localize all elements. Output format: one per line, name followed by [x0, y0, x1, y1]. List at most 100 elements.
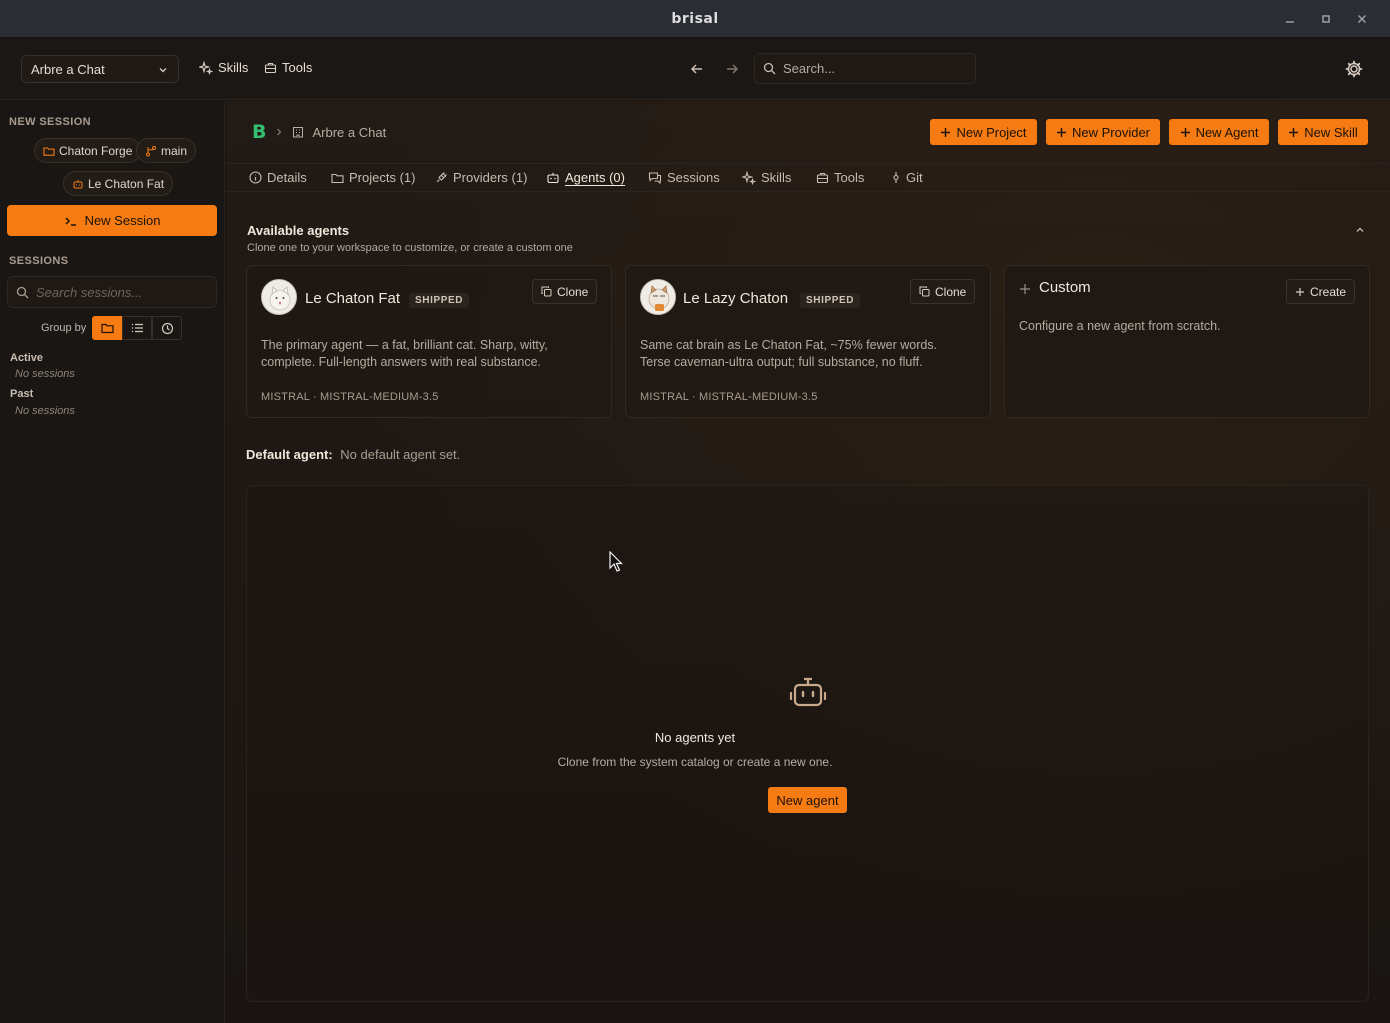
agent-card-description: The primary agent — a fat, brilliant cat… — [261, 338, 548, 369]
create-button[interactable]: Create — [1286, 279, 1356, 304]
tab-git[interactable]: Git — [891, 170, 923, 185]
global-search[interactable] — [754, 53, 976, 84]
project-chip[interactable]: Chaton Forge — [34, 138, 142, 163]
clone-button-label: Clone — [935, 284, 967, 299]
new-skill-button[interactable]: New Skill — [1278, 119, 1368, 145]
copy-icon — [919, 286, 930, 297]
folder-icon — [100, 323, 114, 334]
default-agent-value: No default agent set. — [340, 447, 461, 462]
copy-icon — [541, 286, 552, 297]
clock-icon — [161, 322, 173, 334]
tab-details-label: Details — [267, 170, 307, 185]
sparkles-icon — [199, 60, 213, 75]
session-search[interactable] — [7, 276, 217, 308]
git-branch-icon — [146, 145, 156, 156]
bot-icon — [73, 179, 83, 188]
tab-providers[interactable]: Providers (1) — [435, 170, 527, 185]
default-agent-row: Default agent: No default agent set. — [246, 447, 460, 462]
plug-icon — [436, 172, 447, 183]
session-search-input[interactable] — [36, 284, 206, 300]
folder-icon — [331, 173, 344, 183]
tab-git-label: Git — [906, 170, 923, 185]
breadcrumb-workspace[interactable]: Arbre a Chat — [312, 125, 386, 140]
maximize-icon[interactable] — [1316, 9, 1336, 29]
clone-button[interactable]: Clone — [910, 279, 976, 304]
tab-tools[interactable]: Tools — [816, 170, 864, 185]
new-agent-button[interactable]: New agent — [768, 787, 847, 813]
plus-icon — [1289, 127, 1299, 137]
tab-agents-label: Agents (0) — [565, 170, 625, 185]
window-title: brisal — [671, 10, 719, 27]
robot-icon — [789, 677, 827, 707]
minimize-icon[interactable] — [1280, 9, 1300, 29]
workspace-select[interactable]: Arbre a Chat — [21, 55, 179, 83]
new-session-label: New Session — [84, 213, 161, 228]
new-project-label: New Project — [956, 124, 1027, 140]
new-agent-header-label: New Agent — [1195, 124, 1259, 140]
plus-icon — [1020, 284, 1030, 294]
building-icon — [293, 127, 304, 138]
session-group-past-empty: No sessions — [15, 405, 75, 417]
agent-card-description: Same cat brain as Le Chaton Fat, ~75% fe… — [640, 338, 938, 369]
window-title-bar: brisal — [0, 0, 1390, 38]
skills-link[interactable]: Skills — [199, 60, 248, 75]
group-by-time-toggle[interactable] — [152, 316, 182, 340]
cat-avatar — [640, 279, 676, 315]
tab-projects-label: Projects (1) — [349, 170, 416, 185]
group-by-folder-toggle[interactable] — [92, 316, 122, 340]
tab-sessions[interactable]: Sessions — [648, 170, 720, 185]
chevron-right-icon — [277, 128, 282, 136]
toolbox-icon — [264, 62, 277, 74]
tab-skills[interactable]: Skills — [742, 170, 791, 185]
breadcrumb: B Arbre a Chat — [252, 121, 386, 143]
clone-button-label: Clone — [557, 284, 589, 299]
branch-chip-label: main — [161, 143, 188, 158]
forward-arrow-icon[interactable] — [723, 60, 741, 78]
terminal-icon — [65, 217, 76, 226]
git-commit-icon — [893, 172, 899, 183]
app-logo[interactable]: B — [252, 122, 266, 142]
chevron-up-icon[interactable] — [1354, 224, 1366, 236]
agent-card-model: MISTRAL · MISTRAL-MEDIUM-3.5 — [261, 391, 439, 403]
new-session-button[interactable]: New Session — [7, 205, 217, 236]
sparkles-icon — [742, 170, 756, 185]
tab-providers-label: Providers (1) — [453, 170, 528, 185]
app-header: Arbre a Chat Skills Tools — [0, 38, 1390, 100]
group-by-list-toggle[interactable] — [122, 316, 152, 340]
agent-card: Le Chaton Fat SHIPPED Clone The primary … — [246, 265, 612, 418]
workspace-select-value: Arbre a Chat — [31, 61, 105, 77]
shipped-badge: SHIPPED — [409, 293, 470, 308]
new-project-button[interactable]: New Project — [930, 119, 1037, 145]
tab-tools-label: Tools — [834, 170, 865, 185]
tab-agents[interactable]: Agents (0) — [546, 170, 625, 185]
agent-card-name: Le Lazy Chaton — [683, 290, 789, 307]
plus-icon — [1180, 127, 1190, 137]
default-agent-label: Default agent: — [246, 447, 333, 462]
agent-card-name: Le Chaton Fat — [305, 290, 401, 307]
settings-gear-icon[interactable] — [1344, 59, 1364, 79]
agent-card-model: MISTRAL · MISTRAL-MEDIUM-3.5 — [640, 391, 818, 403]
branch-chip[interactable]: main — [136, 138, 197, 163]
back-arrow-icon[interactable] — [688, 60, 706, 78]
empty-state-title: No agents yet — [654, 730, 736, 745]
search-input[interactable] — [783, 61, 963, 76]
list-icon — [131, 323, 143, 333]
search-icon — [16, 286, 29, 298]
cat-avatar — [261, 279, 297, 315]
search-icon — [763, 62, 776, 75]
info-icon — [249, 171, 262, 184]
tools-link[interactable]: Tools — [264, 60, 312, 75]
tab-details[interactable]: Details — [249, 170, 307, 185]
new-provider-button[interactable]: New Provider — [1046, 119, 1160, 145]
close-icon[interactable] — [1352, 9, 1372, 29]
folder-icon — [43, 146, 55, 156]
tab-projects[interactable]: Projects (1) — [331, 170, 415, 185]
agent-chip[interactable]: Le Chaton Fat — [63, 171, 174, 196]
new-agent-header-button[interactable]: New Agent — [1169, 119, 1269, 145]
custom-card-description: Configure a new agent from scratch. — [1019, 319, 1221, 333]
new-provider-label: New Provider — [1071, 124, 1151, 140]
group-by-label: Group by — [41, 322, 87, 334]
available-agents-title: Available agents — [247, 223, 350, 238]
sessions-heading: SESSIONS — [9, 255, 69, 267]
clone-button[interactable]: Clone — [532, 279, 598, 304]
